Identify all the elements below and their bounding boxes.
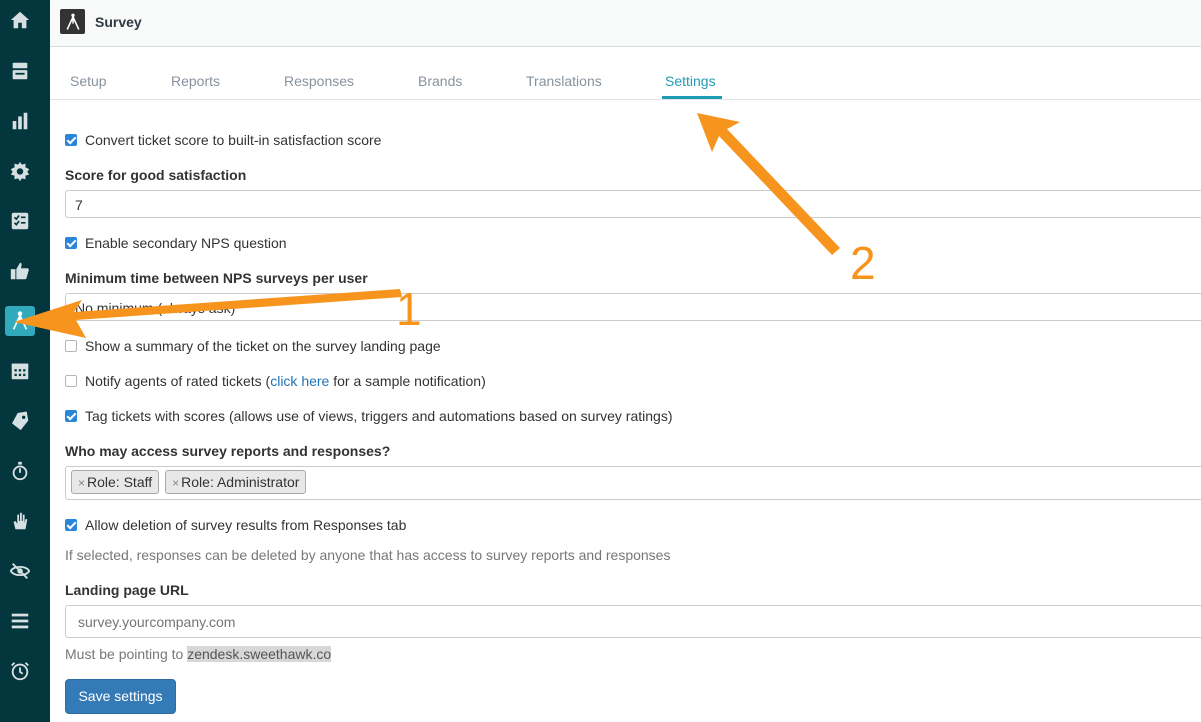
- convert-score-row: Convert ticket score to built-in satisfa…: [65, 132, 381, 148]
- role-tag-administrator: × Role: Administrator: [165, 470, 307, 494]
- app-title: Survey: [95, 14, 142, 30]
- summary-label: Show a summary of the ticket on the surv…: [85, 338, 441, 354]
- tab-settings[interactable]: Settings: [665, 73, 716, 89]
- nps-interval-select[interactable]: No minimum (always ask): [65, 293, 1201, 321]
- remove-tag-icon[interactable]: ×: [78, 476, 85, 490]
- annotation-arrow-2: [697, 113, 840, 255]
- landing-url-label: Landing page URL: [65, 582, 189, 598]
- eye-slash-icon[interactable]: [5, 556, 35, 586]
- tab-setup[interactable]: Setup: [70, 73, 107, 89]
- role-tag-label: Role: Staff: [87, 474, 153, 490]
- ticket-tag-icon[interactable]: [5, 406, 35, 436]
- tab-responses[interactable]: Responses: [284, 73, 354, 89]
- deletion-label: Allow deletion of survey results from Re…: [85, 517, 407, 533]
- notify-label-prefix: Notify agents of rated tickets (: [85, 373, 271, 389]
- tag-scores-label: Tag tickets with scores (allows use of v…: [85, 408, 673, 424]
- tab-brands[interactable]: Brands: [418, 73, 462, 89]
- notify-row: Notify agents of rated tickets ( click h…: [65, 373, 486, 389]
- hand-icon[interactable]: [5, 506, 35, 536]
- annotation-label-1: 1: [396, 283, 422, 335]
- active-tab-indicator: [662, 96, 722, 99]
- nps-checkbox[interactable]: [65, 237, 77, 249]
- access-roles-input[interactable]: × Role: Staff × Role: Administrator: [65, 466, 1201, 500]
- remove-tag-icon[interactable]: ×: [172, 476, 179, 490]
- deletion-row: Allow deletion of survey results from Re…: [65, 517, 406, 533]
- tag-scores-checkbox[interactable]: [65, 410, 77, 422]
- timer-icon[interactable]: [5, 456, 35, 486]
- tab-bar: Setup Reports Responses Brands Translati…: [50, 47, 1201, 100]
- role-tag-staff: × Role: Staff: [71, 470, 160, 494]
- survey-app-logo: [60, 9, 85, 34]
- tag-row: Tag tickets with scores (allows use of v…: [65, 408, 673, 424]
- views-icon[interactable]: [5, 56, 35, 86]
- nps-label: Enable secondary NPS question: [85, 235, 287, 251]
- tab-reports[interactable]: Reports: [171, 73, 220, 89]
- annotation-label-2: 2: [850, 237, 876, 289]
- landing-url-input[interactable]: [65, 605, 1201, 638]
- landing-help-prefix: Must be pointing to: [65, 646, 188, 662]
- deletion-checkbox[interactable]: [65, 519, 77, 531]
- summary-checkbox[interactable]: [65, 340, 77, 352]
- calendar-icon[interactable]: [5, 356, 35, 386]
- thumbs-up-icon[interactable]: [5, 256, 35, 286]
- landing-help-domain: zendesk.sweethawk.co: [187, 646, 332, 662]
- convert-score-checkbox[interactable]: [65, 134, 77, 146]
- tasks-icon[interactable]: [5, 206, 35, 236]
- tab-translations[interactable]: Translations: [526, 73, 602, 89]
- nps-interval-label: Minimum time between NPS surveys per use…: [65, 270, 368, 286]
- summary-row: Show a summary of the ticket on the surv…: [65, 338, 441, 354]
- good-score-input[interactable]: 7: [65, 190, 1201, 218]
- home-icon[interactable]: [5, 5, 35, 35]
- app-header: Survey: [50, 0, 1201, 47]
- convert-score-label: Convert ticket score to built-in satisfa…: [85, 132, 382, 148]
- sidebar: [0, 0, 50, 722]
- notify-checkbox[interactable]: [65, 375, 77, 387]
- admin-gear-icon[interactable]: [5, 156, 35, 186]
- access-label: Who may access survey reports and respon…: [65, 443, 391, 459]
- nps-row: Enable secondary NPS question: [65, 235, 287, 251]
- good-score-label: Score for good satisfaction: [65, 167, 247, 183]
- list-icon[interactable]: [5, 606, 35, 636]
- sample-notification-link[interactable]: click here: [270, 373, 329, 389]
- survey-tripod-icon[interactable]: [5, 306, 35, 336]
- landing-url-help: Must be pointing to zendesk.sweethawk.co: [65, 646, 332, 662]
- reporting-icon[interactable]: [5, 106, 35, 136]
- alarm-clock-icon[interactable]: [5, 656, 35, 686]
- deletion-help-text: If selected, responses can be deleted by…: [65, 547, 671, 563]
- role-tag-label: Role: Administrator: [181, 474, 300, 490]
- notify-label-suffix: for a sample notification): [329, 373, 486, 389]
- save-settings-button[interactable]: Save settings: [65, 679, 176, 714]
